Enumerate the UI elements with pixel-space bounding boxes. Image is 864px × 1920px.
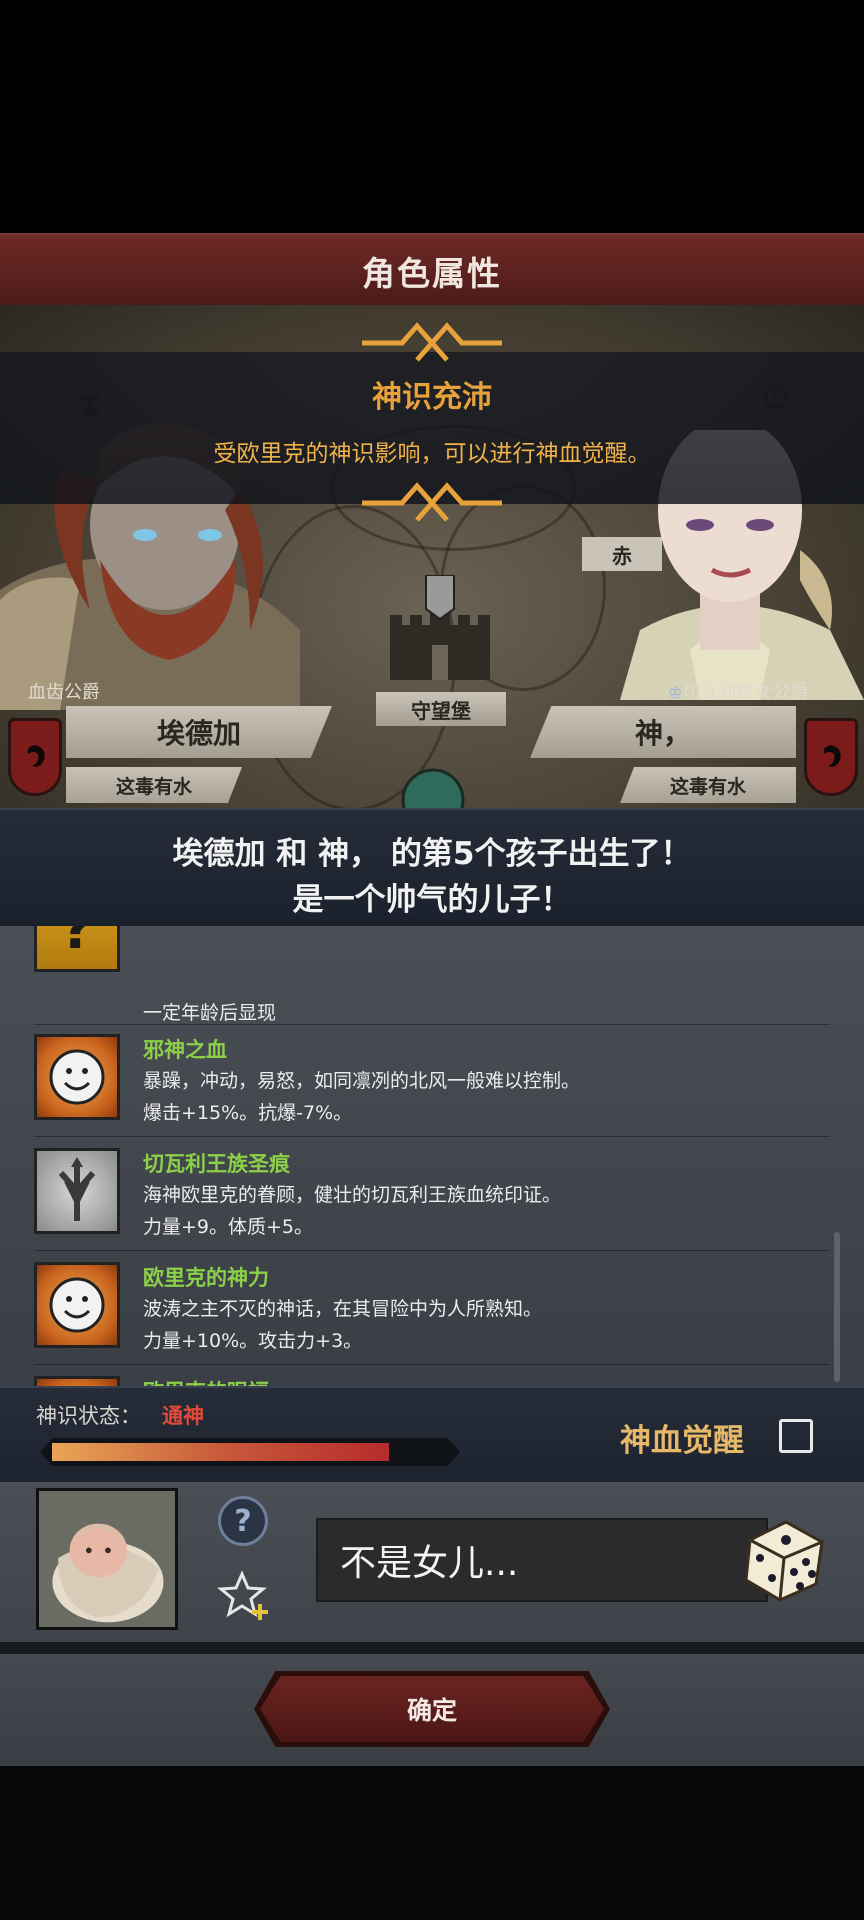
smiley-icon [34, 1262, 120, 1348]
divine-progress-fill [52, 1443, 389, 1461]
trait-desc-line: 力量+10%。攻击力+3。 [143, 1330, 363, 1352]
smiley-icon [34, 1376, 120, 1386]
trait-list[interactable]: ? 一定年龄后显现 邪神之血 暴躁，冲动，易怒，如同凛冽的北风一般难以控制。 爆… [0, 926, 864, 1386]
mother-status: 这毒有水 [620, 767, 796, 803]
ornament-bottom-icon [362, 482, 502, 522]
trait-desc-line: 爆击+15%。抗爆-7%。 [143, 1102, 353, 1124]
bottom-letterbox [0, 1766, 864, 1920]
page-title: 角色属性 [362, 254, 502, 293]
help-icon[interactable]: ? [218, 1496, 268, 1546]
confirm-button[interactable]: 确定 [260, 1676, 604, 1742]
trait-item[interactable]: 邪神之血 暴躁，冲动，易怒，如同凛冽的北风一般难以控制。 爆击+15%。抗爆-7… [0, 1022, 864, 1136]
trait-desc-line: 波涛之主不灭的神话，在其冒险中为人所熟知。 [143, 1298, 543, 1320]
trident-icon [34, 1148, 120, 1234]
child-name-input[interactable]: 不是女儿... [316, 1518, 768, 1602]
announcement-line-2: 是一个帅气的儿子！ [292, 882, 572, 918]
crown-icon: ♔ [668, 683, 683, 702]
trait-scrollbar[interactable] [834, 1232, 840, 1382]
trait-item[interactable]: 切瓦利王族圣痕 海神欧里克的眷顾，健壮的切瓦利王族血统印证。 力量+9。体质+5… [0, 1136, 864, 1250]
trait-desc-line: 一定年龄后显现 [143, 1002, 277, 1024]
trait-desc-line: 海神欧里克的眷顾，健壮的切瓦利王族血统印证。 [143, 1184, 562, 1206]
trait-name: 切瓦利王族圣痕 [143, 1152, 290, 1176]
trait-name: 欧里克的眼福 [143, 1376, 269, 1386]
announcement-line-1: 埃德加 和 神， 的第5个孩子出生了！ [172, 836, 692, 872]
castle-icon[interactable] [380, 575, 500, 695]
castle-label: 守望堡 [376, 692, 506, 726]
trait-name: 邪神之血 [143, 1038, 227, 1062]
trait-item[interactable]: ? 一定年龄后显现 [0, 926, 864, 1026]
trait-desc-line: 暴躁，冲动，易怒，如同凛冽的北风一般难以控制。 [143, 1070, 581, 1092]
father-status: 这毒有水 [66, 767, 242, 803]
awaken-label[interactable]: 神血觉醒 [620, 1415, 744, 1460]
section-divider [0, 1642, 864, 1654]
father-crest-icon[interactable] [8, 718, 62, 796]
trait-desc-line: 力量+9。体质+5。 [143, 1216, 314, 1238]
mother-name[interactable]: 神， [530, 706, 796, 758]
trait-item[interactable]: 欧里克的神力 波涛之主不灭的神话，在其冒险中为人所熟知。 力量+10%。攻击力+… [0, 1250, 864, 1364]
mother-crest-icon[interactable] [804, 718, 858, 796]
divine-status-label: 神识状态： [36, 1404, 141, 1428]
star-add-icon[interactable] [216, 1568, 272, 1624]
divine-status-value: 通神 [162, 1404, 204, 1428]
emblem-icon [401, 768, 465, 808]
question-icon: ? [34, 926, 120, 972]
father-title: 血齿公爵 [28, 682, 100, 703]
smiley-icon [34, 1034, 120, 1120]
mother-title: ♔切瓦利赋女公爵 [668, 682, 809, 703]
child-portrait [36, 1488, 178, 1630]
awaken-checkbox[interactable] [779, 1419, 813, 1453]
father-name[interactable]: 埃德加 [66, 706, 332, 758]
ornament-top-icon [362, 322, 502, 362]
trait-name: 欧里克的神力 [143, 1266, 269, 1290]
dice-icon[interactable] [736, 1510, 832, 1606]
banner-description: 受欧里克的神识影响，可以进行神血觉醒。 [213, 441, 651, 467]
trait-item[interactable]: 欧里克的眼福 [0, 1364, 864, 1386]
banner-title: 神识充沛 [372, 380, 492, 415]
title-bar: 角色属性 [0, 233, 864, 309]
